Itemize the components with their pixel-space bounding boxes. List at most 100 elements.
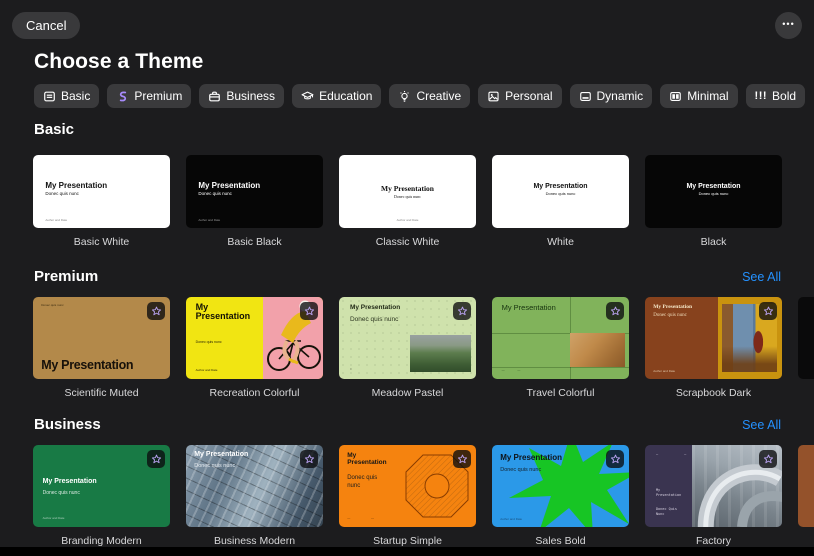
premium-theme-row: Donec quis nunc My Presentation Scientif… xyxy=(33,297,814,399)
filter-chip-label: Minimal xyxy=(687,89,729,103)
slide-subtitle: Donec quis nunc xyxy=(698,190,729,196)
ellipsis-icon: ••• xyxy=(782,19,795,29)
slide-title: My Presentation xyxy=(381,184,434,194)
slide-subtitle: Donec quis nunc xyxy=(394,194,421,200)
filter-chip-personal[interactable]: Personal xyxy=(478,84,562,108)
slide-footnote: — — xyxy=(655,451,699,456)
filter-chip-dynamic[interactable]: Dynamic xyxy=(569,84,653,108)
slide-byline: Author and Date xyxy=(198,218,221,223)
premium-badge xyxy=(147,450,165,468)
theme-name-label: Branding Modern xyxy=(61,535,142,547)
theme-card-scientific-muted[interactable]: Donec quis nunc My Presentation xyxy=(33,297,170,379)
theme-card-partial-business[interactable]: My Presentation Donec quis nunc xyxy=(798,445,814,527)
theme-card-travel-colorful[interactable]: My Presentation — — xyxy=(492,297,629,379)
filter-chip-label: Premium xyxy=(134,89,183,103)
slide-title: My Presentation xyxy=(500,453,563,463)
theme-card-scrapbook-dark[interactable]: My Presentation Donec quis nunc Author a… xyxy=(645,297,782,379)
theme-name-label: Meadow Pastel xyxy=(371,387,444,399)
theme-card-factory[interactable]: — — My Presentation Donec Quis Nunc xyxy=(645,445,782,527)
theme-name-label: Startup Simple xyxy=(373,535,442,547)
slide-subtitle: Donec quis nunc xyxy=(45,191,79,197)
slide-title: My Presentation xyxy=(195,301,251,321)
slide-title: My Presentation xyxy=(42,477,97,485)
theme-card-basic-white[interactable]: My Presentation Donec quis nunc Author a… xyxy=(33,155,170,228)
see-all-business-link[interactable]: See All xyxy=(742,418,781,432)
theme-name-label: Business Modern xyxy=(213,535,296,547)
theme-name-label: Scientific Muted xyxy=(64,387,139,399)
premium-badge xyxy=(453,450,471,468)
slide-byline: Author and Date xyxy=(42,516,65,521)
slide-title: My Presentation xyxy=(533,182,588,190)
bottom-letterbox xyxy=(0,547,814,556)
premium-badge xyxy=(453,302,471,320)
slide-title: My Presentation xyxy=(501,302,556,312)
split-slide-icon xyxy=(669,90,682,103)
slide-title: My Presentation xyxy=(686,182,741,190)
business-theme-row: My Presentation Donec quis nunc Author a… xyxy=(33,445,814,547)
filter-chip-basic[interactable]: Basic xyxy=(34,84,100,108)
theme-card-classic-white[interactable]: My Presentation Donec quis nunc Author a… xyxy=(339,155,476,228)
slide-subtitle: Donec quis nunc xyxy=(500,467,542,474)
premium-badge xyxy=(759,302,777,320)
theme-card-business-modern[interactable]: My Presentation Donec quis nunc xyxy=(186,445,323,527)
filter-chip-label: Dynamic xyxy=(596,89,644,103)
slide-subtitle: Donec quis nunc xyxy=(347,475,378,489)
slide-title: My Presentation xyxy=(45,181,108,191)
desert-photo xyxy=(570,333,625,367)
slide-byline: Author and Date xyxy=(500,517,523,522)
theme-name-label: Travel Colorful xyxy=(526,387,595,399)
slide-byline: Author and Date xyxy=(45,218,68,223)
slide-subtitle: Donec quis nunc xyxy=(41,302,64,307)
premium-swirl-icon xyxy=(116,90,129,103)
filter-chip-education[interactable]: Education xyxy=(292,84,382,108)
filter-chip-label: Bold xyxy=(772,89,797,103)
theme-name-label: Scrapbook Dark xyxy=(675,387,752,399)
meadow-photo xyxy=(410,334,472,373)
premium-badge xyxy=(606,302,624,320)
premium-badge xyxy=(759,450,777,468)
filter-chip-premium[interactable]: Premium xyxy=(107,84,192,108)
slide-title: My Presentation xyxy=(653,303,693,310)
section-title-basic: Basic xyxy=(34,121,75,138)
filter-chip-bold[interactable]: !!! Bold xyxy=(745,84,806,108)
see-all-premium-link[interactable]: See All xyxy=(742,270,781,284)
filter-chip-minimal[interactable]: Minimal xyxy=(660,84,738,108)
theme-filter-bar: Basic Premium Business Education Creativ… xyxy=(34,84,806,108)
slide-footer-icon xyxy=(579,90,592,103)
slide-title: My Presentation xyxy=(41,357,134,372)
more-options-button[interactable]: ••• xyxy=(775,12,802,39)
basic-theme-row: My Presentation Donec quis nunc Author a… xyxy=(33,155,814,248)
slide-subtitle: Donec quis nunc xyxy=(198,191,232,197)
slide-subtitle: Donec quis nunc xyxy=(349,315,399,323)
theme-card-meadow-pastel[interactable]: My Presentation Donec quis nunc = xyxy=(339,297,476,379)
slide-title: My Presentation xyxy=(347,451,387,467)
theme-name-label: Sales Bold xyxy=(535,535,586,547)
slide-subtitle: Donec quis nunc xyxy=(42,490,80,497)
filter-chip-creative[interactable]: Creative xyxy=(389,84,471,108)
theme-card-white[interactable]: My Presentation Donec quis nunc xyxy=(492,155,629,228)
choose-theme-screen: Cancel ••• Choose a Theme Basic Premium … xyxy=(0,0,814,556)
theme-card-recreation-colorful[interactable]: My Presentation Donec quis nunc Author a… xyxy=(186,297,323,379)
theme-card-black[interactable]: My Presentation Donec quis nunc xyxy=(645,155,782,228)
slide-byline: Author and Date xyxy=(195,368,218,373)
slide-subtitle: Donec quis nunc xyxy=(545,190,576,196)
page-title: Choose a Theme xyxy=(34,50,204,73)
filter-chip-business[interactable]: Business xyxy=(199,84,285,108)
theme-name-label: Classic White xyxy=(375,236,440,248)
slide-footnote: = xyxy=(349,366,352,371)
theme-name-label: White xyxy=(547,236,574,248)
theme-card-branding-modern[interactable]: My Presentation Donec quis nunc Author a… xyxy=(33,445,170,527)
slide-title: My Presentation xyxy=(655,487,682,497)
theme-name-label: Factory xyxy=(695,535,731,547)
theme-name-label: Black xyxy=(700,236,727,248)
filter-chip-label: Business xyxy=(226,89,276,103)
slide-title: My Presentation xyxy=(194,450,249,458)
theme-card-partial-premium[interactable]: My Presentation Donec quis nunc xyxy=(798,297,814,379)
theme-name-label: Basic Black xyxy=(227,236,282,248)
theme-card-sales-bold[interactable]: My Presentation Donec quis nunc Author a… xyxy=(492,445,629,527)
theme-card-basic-black[interactable]: My Presentation Donec quis nunc Author a… xyxy=(186,155,323,228)
cancel-button[interactable]: Cancel xyxy=(12,12,81,39)
slide-title: My Presentation xyxy=(349,304,401,312)
slide-footnote: — — xyxy=(347,516,385,521)
theme-card-startup-simple[interactable]: My Presentation Donec quis nunc — — xyxy=(339,445,476,527)
